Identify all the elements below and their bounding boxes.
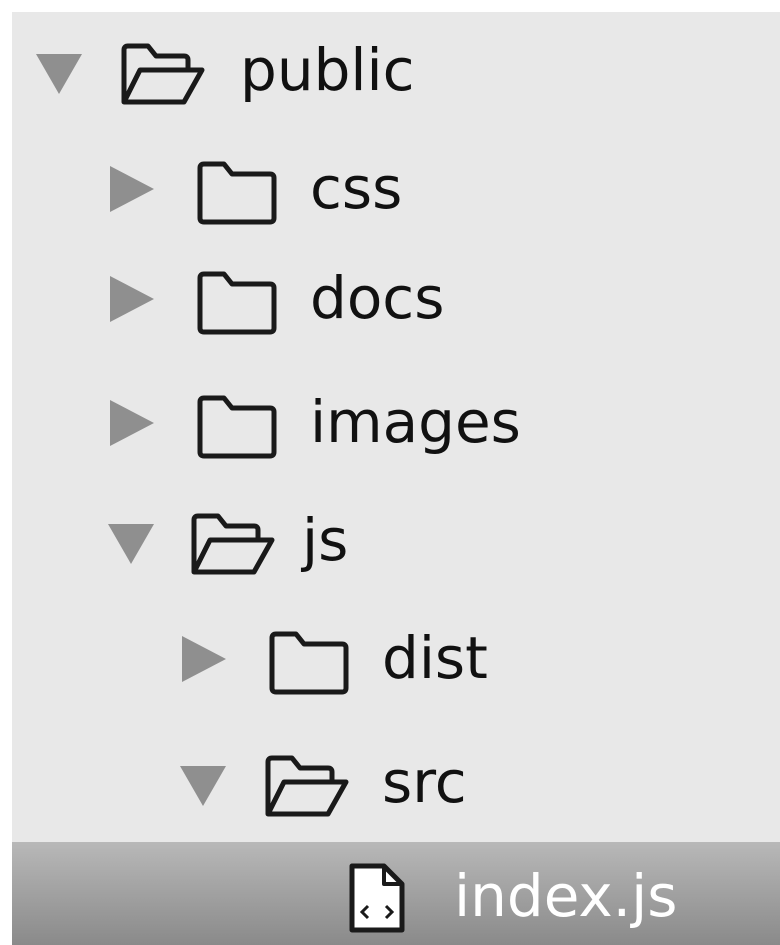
tree-item-src[interactable]: src xyxy=(12,724,780,834)
folder-open-icon xyxy=(262,752,352,822)
tree-item-label: docs xyxy=(310,264,445,332)
tree-item-label: index.js xyxy=(454,862,678,930)
tree-item-label: public xyxy=(240,36,415,104)
tree-item-label: js xyxy=(302,506,349,574)
tree-item-index-js[interactable]: index.js xyxy=(12,842,780,945)
code-file-icon xyxy=(346,860,410,936)
tree-item-dist[interactable]: dist xyxy=(12,600,780,710)
tree-item-images[interactable]: images xyxy=(12,364,780,474)
triangle-right-icon[interactable] xyxy=(106,398,156,448)
folder-open-icon xyxy=(188,510,278,580)
triangle-right-icon[interactable] xyxy=(106,274,156,324)
triangle-down-icon[interactable] xyxy=(106,516,156,566)
tree-item-js[interactable]: js xyxy=(12,482,780,592)
triangle-down-icon[interactable] xyxy=(178,758,228,808)
folder-icon xyxy=(194,158,284,228)
tree-item-label: images xyxy=(310,388,521,456)
triangle-down-icon[interactable] xyxy=(34,46,84,96)
tree-item-label: dist xyxy=(382,624,488,692)
tree-item-css[interactable]: css xyxy=(12,130,780,240)
folder-open-icon xyxy=(118,40,208,110)
triangle-right-icon[interactable] xyxy=(178,634,228,684)
tree-item-public[interactable]: public xyxy=(12,12,780,122)
file-tree: public css docs images js dist src index… xyxy=(12,12,780,945)
folder-icon xyxy=(266,628,356,698)
tree-item-label: css xyxy=(310,154,403,222)
tree-item-docs[interactable]: docs xyxy=(12,240,780,350)
triangle-right-icon[interactable] xyxy=(106,164,156,214)
folder-icon xyxy=(194,268,284,338)
tree-item-label: src xyxy=(382,748,467,816)
folder-icon xyxy=(194,392,284,462)
